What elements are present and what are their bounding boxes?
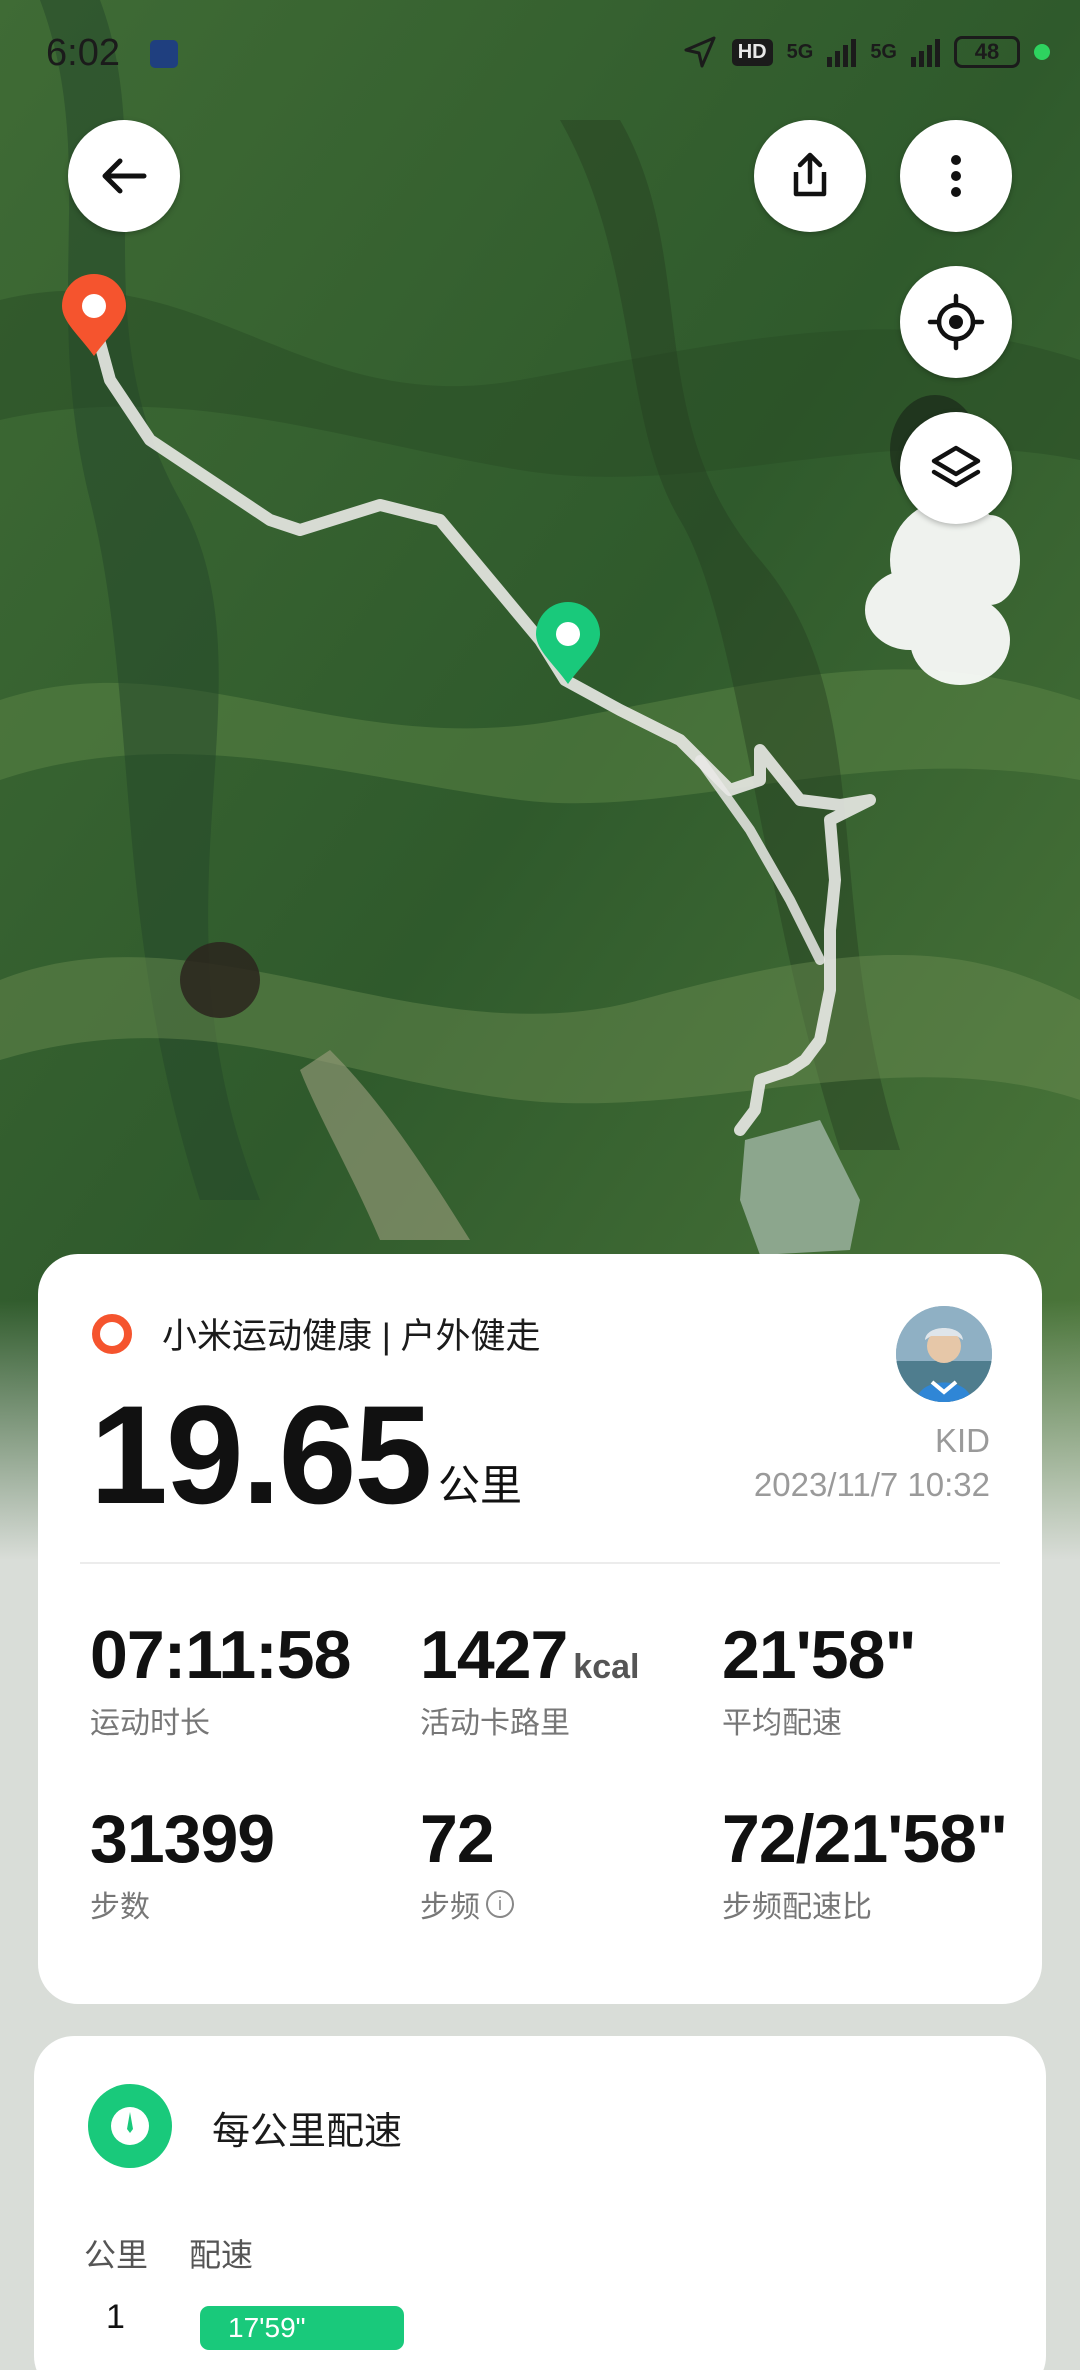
workout-summary-card: 小米运动健康 | 户外健走 KID 2023/11/7 10:32 19.65 … (38, 1254, 1042, 2004)
column-header-km: 公里 (84, 2237, 149, 2273)
more-options-button[interactable] (900, 120, 1012, 232)
status-bar: 6:02 HD 5G 5G 48 (0, 0, 1080, 110)
hd-voice-badge: HD (731, 38, 773, 66)
map-layers-button[interactable] (900, 412, 1012, 524)
signal-bars-1-icon (827, 37, 857, 67)
stat-steps: 31399 步数 (90, 1800, 275, 1926)
stat-steps-label: 步数 (90, 1891, 150, 1924)
network-type-2: 5G (870, 41, 897, 63)
info-icon[interactable]: i (486, 1890, 514, 1918)
layers-icon (931, 445, 981, 488)
stat-cadence-value: 72 (420, 1801, 495, 1877)
pace-row-km: 1 (106, 2298, 125, 2336)
pace-per-km-card[interactable]: 每公里配速 公里 配速 1 17'59" (34, 2036, 1046, 2370)
stat-calories-label: 活动卡路里 (420, 1707, 570, 1740)
status-time: 6:02 (46, 32, 120, 74)
battery-icon: 48 (954, 36, 1020, 68)
signal-bars-2-icon (911, 37, 940, 67)
stat-calories: 1427 kcal 活动卡路里 (420, 1616, 639, 1742)
distance-value: 19.65 (90, 1376, 432, 1533)
locate-button[interactable] (900, 266, 1012, 378)
stat-ratio-value: 72/21'58" (722, 1801, 1008, 1877)
privacy-indicator-dot (1034, 44, 1050, 60)
more-vertical-icon (951, 155, 961, 197)
location-arrow-icon (684, 36, 716, 68)
share-icon (793, 152, 827, 197)
stat-cadence-pace-ratio: 72/21'58" 步频配速比 (722, 1800, 1008, 1926)
stat-duration: 07:11:58 运动时长 (90, 1616, 351, 1742)
network-type-1: 5G (786, 41, 814, 63)
stat-ratio-label: 步频配速比 (722, 1891, 872, 1924)
divider (80, 1562, 1000, 1564)
activity-ring-icon (92, 1314, 132, 1354)
stat-steps-value: 31399 (90, 1801, 275, 1877)
pace-gauge-icon (88, 2084, 172, 2168)
share-button[interactable] (754, 120, 866, 232)
stat-duration-label: 运动时长 (90, 1707, 210, 1740)
pace-bar: 17'59" (200, 2306, 404, 2350)
crosshair-icon (927, 293, 985, 351)
user-name: KID (934, 1422, 990, 1459)
app-notification-icon (150, 40, 178, 68)
pace-section-title: 每公里配速 (212, 2111, 403, 2153)
stat-avg-pace-label: 平均配速 (722, 1707, 842, 1740)
stat-calories-value: 1427 (420, 1617, 568, 1693)
end-pin-icon[interactable] (532, 602, 604, 686)
avatar-image (896, 1306, 992, 1402)
stat-cadence-label: 步频 (420, 1891, 480, 1924)
stat-avg-pace: 21'58" 平均配速 (722, 1616, 917, 1742)
arrow-left-icon (102, 158, 147, 194)
workout-datetime: 2023/11/7 10:32 (753, 1466, 990, 1503)
column-header-pace: 配速 (189, 2237, 254, 2273)
stat-cadence: 72 步频 i (420, 1800, 514, 1926)
source-label: 小米运动健康 | 户外健走 (162, 1317, 541, 1356)
stat-duration-value: 07:11:58 (90, 1617, 351, 1693)
avatar[interactable] (896, 1306, 992, 1402)
stat-avg-pace-value: 21'58" (722, 1617, 917, 1693)
start-pin-icon[interactable] (58, 274, 130, 358)
stat-calories-unit: kcal (573, 1648, 640, 1686)
pace-bar-value: 17'59" (228, 2312, 306, 2343)
distance-unit: 公里 (438, 1462, 523, 1509)
back-button[interactable] (68, 120, 180, 232)
